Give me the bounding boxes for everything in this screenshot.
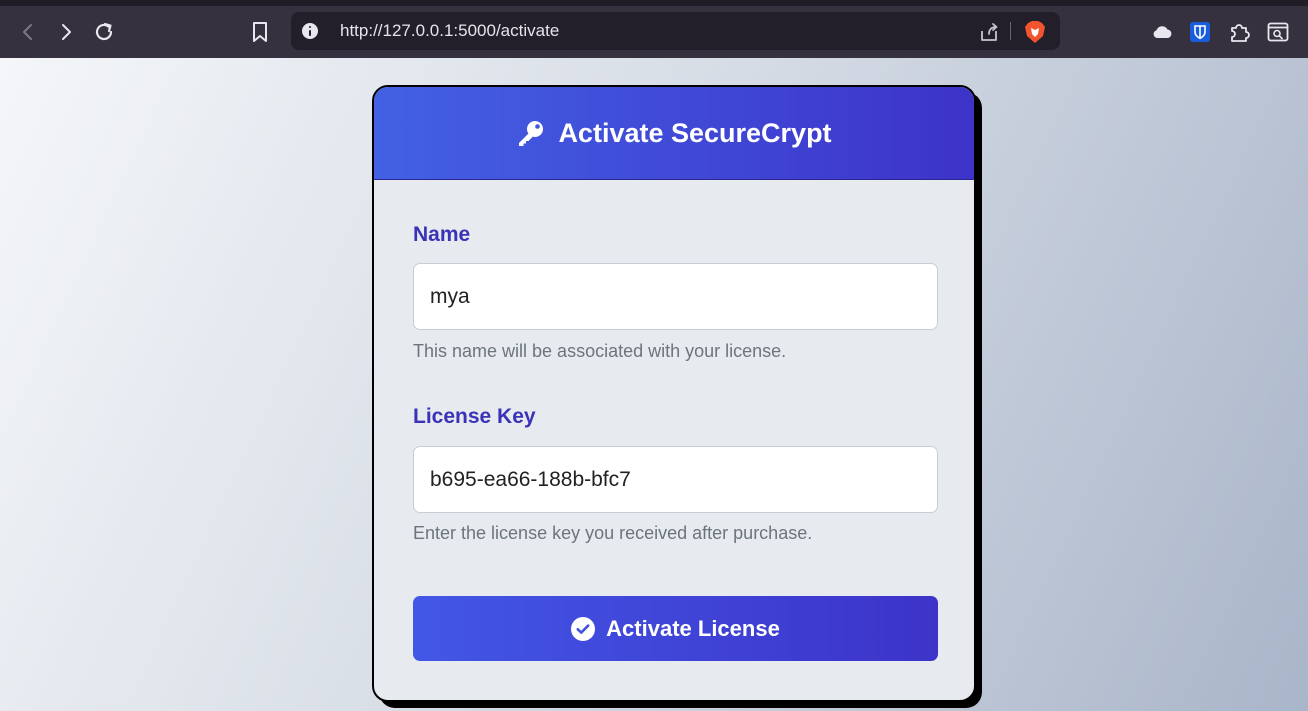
activate-license-button[interactable]: Activate License — [413, 596, 938, 661]
reload-button[interactable] — [89, 17, 119, 47]
extensions-button[interactable] — [1224, 17, 1254, 47]
license-key-input[interactable] — [413, 446, 938, 513]
key-icon — [519, 121, 544, 146]
forward-button[interactable] — [51, 17, 81, 47]
address-bar[interactable]: http://127.0.0.1:5000/activate — [291, 12, 1060, 50]
cloud-button[interactable] — [1147, 17, 1177, 47]
brave-shield-icon[interactable] — [1024, 20, 1046, 44]
card-title: Activate SecureCrypt — [558, 117, 832, 148]
site-info-icon[interactable] — [302, 23, 318, 39]
cloud-icon — [1153, 26, 1172, 38]
urlbar-divider — [1010, 22, 1011, 40]
back-icon — [23, 24, 32, 40]
page-background: Activate SecureCrypt Name This name will… — [0, 58, 1308, 711]
license-key-help-text: Enter the license key you received after… — [413, 523, 813, 543]
forward-icon — [62, 24, 71, 40]
card-header: Activate SecureCrypt — [374, 87, 974, 180]
url-text[interactable]: http://127.0.0.1:5000/activate — [340, 12, 559, 50]
back-button[interactable] — [13, 17, 43, 47]
activation-card: Activate SecureCrypt Name This name will… — [372, 85, 976, 702]
reader-mode-button[interactable] — [1263, 17, 1293, 47]
name-help-text: This name will be associated with your l… — [413, 341, 787, 361]
reader-mode-icon — [1267, 22, 1289, 42]
activate-license-label: Activate License — [606, 615, 780, 641]
bitwarden-icon — [1190, 22, 1210, 42]
name-input[interactable] — [413, 263, 938, 330]
bookmark-button[interactable] — [245, 17, 275, 47]
share-icon[interactable] — [978, 21, 1000, 43]
name-label: Name — [413, 223, 471, 246]
extensions-icon — [1231, 24, 1250, 42]
check-circle-icon — [571, 616, 596, 641]
reload-icon — [95, 22, 113, 41]
bitwarden-button[interactable] — [1185, 17, 1215, 47]
browser-toolbar: http://127.0.0.1:5000/activate — [0, 0, 1308, 58]
bookmark-icon — [253, 22, 267, 42]
license-key-label: License Key — [413, 405, 536, 428]
